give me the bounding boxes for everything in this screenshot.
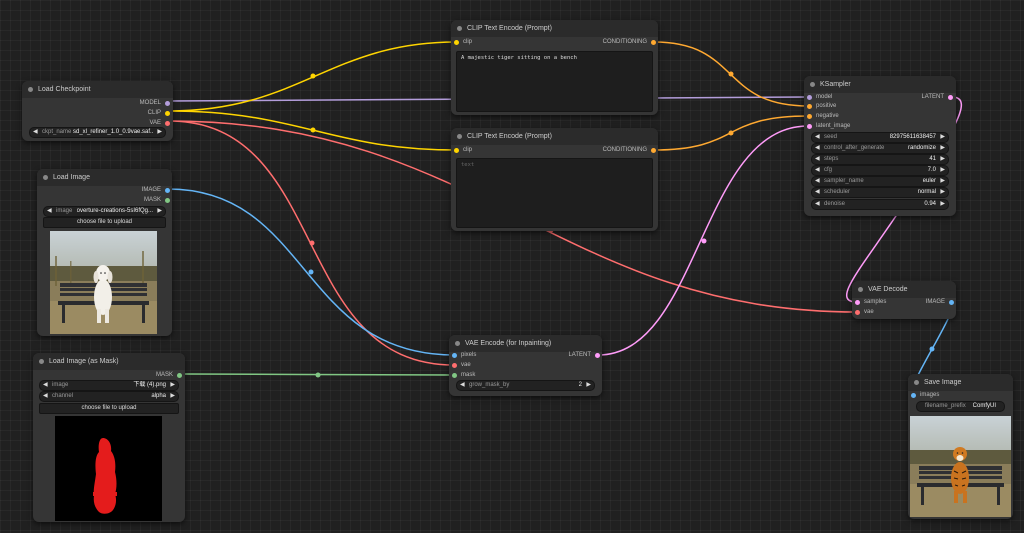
- arrow-left-icon[interactable]: ◀: [815, 188, 820, 197]
- cfg-widget[interactable]: ◀ cfg 7.0 ▶: [811, 165, 949, 176]
- input-vae[interactable]: vae: [855, 308, 874, 316]
- output-image-preview: [910, 416, 1011, 517]
- denoise-widget[interactable]: ◀ denoise 0.94 ▶: [811, 199, 949, 210]
- upload-button[interactable]: choose file to upload: [39, 403, 179, 414]
- grow-mask-by-widget[interactable]: ◀ grow_mask_by 2 ▶: [456, 380, 595, 391]
- scheduler-widget[interactable]: ◀ scheduler normal ▶: [811, 187, 949, 198]
- ckpt-name-combo[interactable]: ◀ ckpt_name sd_xl_refiner_1.0_0.9vae.saf…: [29, 127, 166, 138]
- arrow-right-icon[interactable]: ▶: [170, 381, 175, 390]
- arrow-left-icon[interactable]: ◀: [43, 392, 48, 401]
- node-title[interactable]: VAE Encode (for Inpainting): [449, 335, 602, 352]
- output-conditioning[interactable]: CONDITIONING: [603, 146, 656, 154]
- image-combo[interactable]: ◀ image 下载 (4).png ▶: [39, 380, 179, 391]
- output-image[interactable]: IMAGE: [142, 186, 170, 194]
- prompt-textarea[interactable]: A majestic tiger sitting on a bench: [456, 51, 653, 112]
- arrow-right-icon[interactable]: ▶: [940, 166, 945, 175]
- input-vae[interactable]: vae: [452, 361, 471, 369]
- node-vae-encode-inpainting[interactable]: VAE Encode (for Inpainting) pixels vae m…: [449, 335, 602, 396]
- arrow-right-icon[interactable]: ▶: [940, 200, 945, 209]
- node-title[interactable]: KSampler: [804, 76, 956, 93]
- node-save-image[interactable]: Save Image images filename_prefix ComfyU…: [908, 374, 1013, 519]
- wire-positive: [653, 41, 809, 107]
- output-conditioning[interactable]: CONDITIONING: [603, 38, 656, 46]
- wire-negative: [653, 115, 809, 151]
- node-title[interactable]: Save Image: [908, 374, 1013, 391]
- arrow-left-icon[interactable]: ◀: [815, 177, 820, 186]
- output-model[interactable]: MODEL: [140, 99, 170, 107]
- output-mask[interactable]: MASK: [144, 196, 170, 204]
- output-vae[interactable]: VAE: [149, 119, 170, 127]
- channel-combo[interactable]: ◀ channel alpha ▶: [39, 391, 179, 402]
- arrow-left-icon[interactable]: ◀: [47, 207, 52, 216]
- node-load-image[interactable]: Load Image IMAGE MASK ◀ image overture-c…: [37, 169, 172, 336]
- input-clip[interactable]: clip: [454, 38, 472, 46]
- output-image[interactable]: IMAGE: [926, 298, 954, 306]
- steps-widget[interactable]: ◀ steps 41 ▶: [811, 154, 949, 165]
- input-model[interactable]: model: [807, 93, 832, 101]
- arrow-left-icon[interactable]: ◀: [33, 128, 38, 137]
- input-mask[interactable]: mask: [452, 371, 475, 379]
- filename-prefix-widget[interactable]: filename_prefix ComfyUI: [916, 401, 1005, 412]
- node-clip-text-encode-positive[interactable]: CLIP Text Encode (Prompt) clip CONDITION…: [451, 20, 658, 115]
- arrow-right-icon[interactable]: ▶: [157, 128, 162, 137]
- node-ksampler[interactable]: KSampler model positive negative latent_…: [804, 76, 956, 216]
- wire-image-pixels: [167, 188, 455, 356]
- wire-clip-negative: [168, 110, 457, 151]
- arrow-right-icon[interactable]: ▶: [940, 177, 945, 186]
- node-load-image-mask[interactable]: Load Image (as Mask) MASK ◀ image 下载 (4)…: [33, 353, 185, 522]
- node-clip-text-encode-negative[interactable]: CLIP Text Encode (Prompt) clip CONDITION…: [451, 128, 658, 231]
- arrow-left-icon[interactable]: ◀: [815, 155, 820, 164]
- arrow-left-icon[interactable]: ◀: [815, 133, 820, 142]
- arrow-right-icon[interactable]: ▶: [157, 207, 162, 216]
- output-clip[interactable]: CLIP: [148, 109, 170, 117]
- upload-button[interactable]: choose file to upload: [43, 217, 166, 228]
- input-samples[interactable]: samples: [855, 298, 886, 306]
- arrow-left-icon[interactable]: ◀: [43, 381, 48, 390]
- input-positive[interactable]: positive: [807, 102, 836, 110]
- prompt-textarea[interactable]: text: [456, 158, 653, 228]
- node-title[interactable]: Load Image: [37, 169, 172, 186]
- mask-preview: [55, 416, 162, 521]
- input-clip[interactable]: clip: [454, 146, 472, 154]
- input-negative[interactable]: negative: [807, 112, 839, 120]
- arrow-right-icon[interactable]: ▶: [940, 144, 945, 153]
- wire-mask: [181, 373, 455, 376]
- arrow-left-icon[interactable]: ◀: [815, 144, 820, 153]
- node-title[interactable]: CLIP Text Encode (Prompt): [451, 128, 658, 145]
- arrow-right-icon[interactable]: ▶: [940, 133, 945, 142]
- input-latent-image[interactable]: latent_image: [807, 122, 850, 130]
- wire-clip-positive: [168, 41, 457, 112]
- seed-widget[interactable]: ◀ seed 82975611638457 ▶: [811, 132, 949, 143]
- sampler-name-widget[interactable]: ◀ sampler_name euler ▶: [811, 176, 949, 187]
- arrow-right-icon[interactable]: ▶: [940, 155, 945, 164]
- node-title[interactable]: Load Image (as Mask): [33, 353, 185, 370]
- node-title[interactable]: Load Checkpoint: [22, 81, 173, 98]
- node-load-checkpoint[interactable]: Load Checkpoint MODEL CLIP VAE ◀ ckpt_na…: [22, 81, 173, 141]
- arrow-right-icon[interactable]: ▶: [586, 381, 591, 390]
- node-vae-decode[interactable]: VAE Decode samples vae IMAGE: [852, 281, 956, 319]
- node-title[interactable]: VAE Decode: [852, 281, 956, 298]
- arrow-right-icon[interactable]: ▶: [170, 392, 175, 401]
- output-latent[interactable]: LATENT: [568, 351, 600, 359]
- arrow-left-icon[interactable]: ◀: [460, 381, 465, 390]
- control-after-generate-widget[interactable]: ◀ control_after_generate randomize ▶: [811, 143, 949, 154]
- arrow-left-icon[interactable]: ◀: [815, 200, 820, 209]
- input-images[interactable]: images: [911, 391, 939, 399]
- wire-vae-encode: [168, 120, 455, 366]
- node-title[interactable]: CLIP Text Encode (Prompt): [451, 20, 658, 37]
- output-mask[interactable]: MASK: [156, 371, 182, 379]
- arrow-right-icon[interactable]: ▶: [940, 188, 945, 197]
- output-latent[interactable]: LATENT: [921, 93, 953, 101]
- arrow-left-icon[interactable]: ◀: [815, 166, 820, 175]
- image-combo[interactable]: ◀ image overture-creations-5sI6fQg... ▶: [43, 206, 166, 217]
- image-preview: [50, 231, 157, 334]
- input-pixels[interactable]: pixels: [452, 351, 476, 359]
